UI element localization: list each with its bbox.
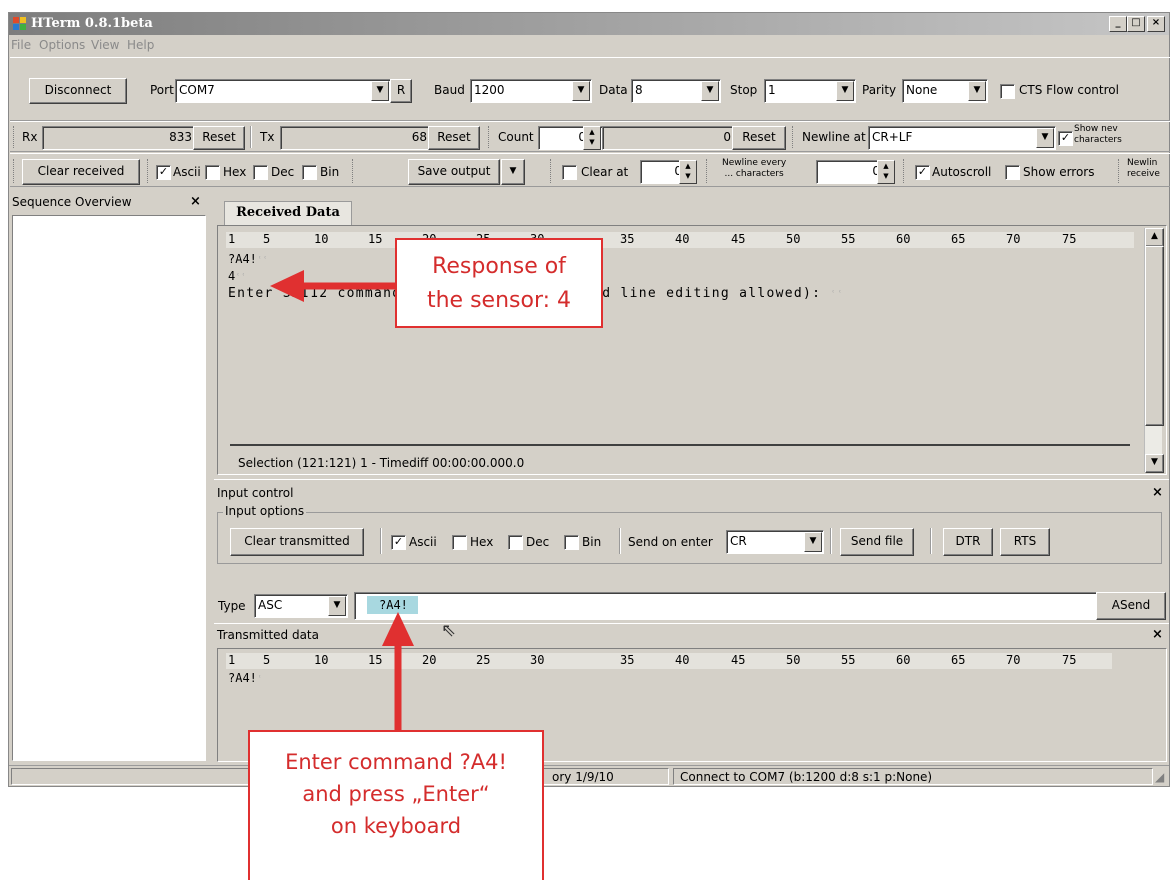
- enter-command-callout: Enter command ?A4! and press „Enter“ on …: [248, 730, 544, 880]
- response-callout: Response of the sensor: 4: [395, 238, 603, 328]
- enter-arrow-head: [382, 612, 414, 646]
- response-callout-line-2: the sensor: 4: [426, 288, 572, 313]
- enter-callout-line-1: Enter command ?A4!: [285, 750, 507, 774]
- response-callout-line-1: Response of: [432, 254, 566, 279]
- response-arrow-head: [270, 270, 304, 302]
- enter-callout-line-3: on keyboard: [330, 814, 462, 838]
- enter-callout-line-2: and press „Enter“: [302, 782, 490, 806]
- annotation-arrows: [270, 270, 414, 730]
